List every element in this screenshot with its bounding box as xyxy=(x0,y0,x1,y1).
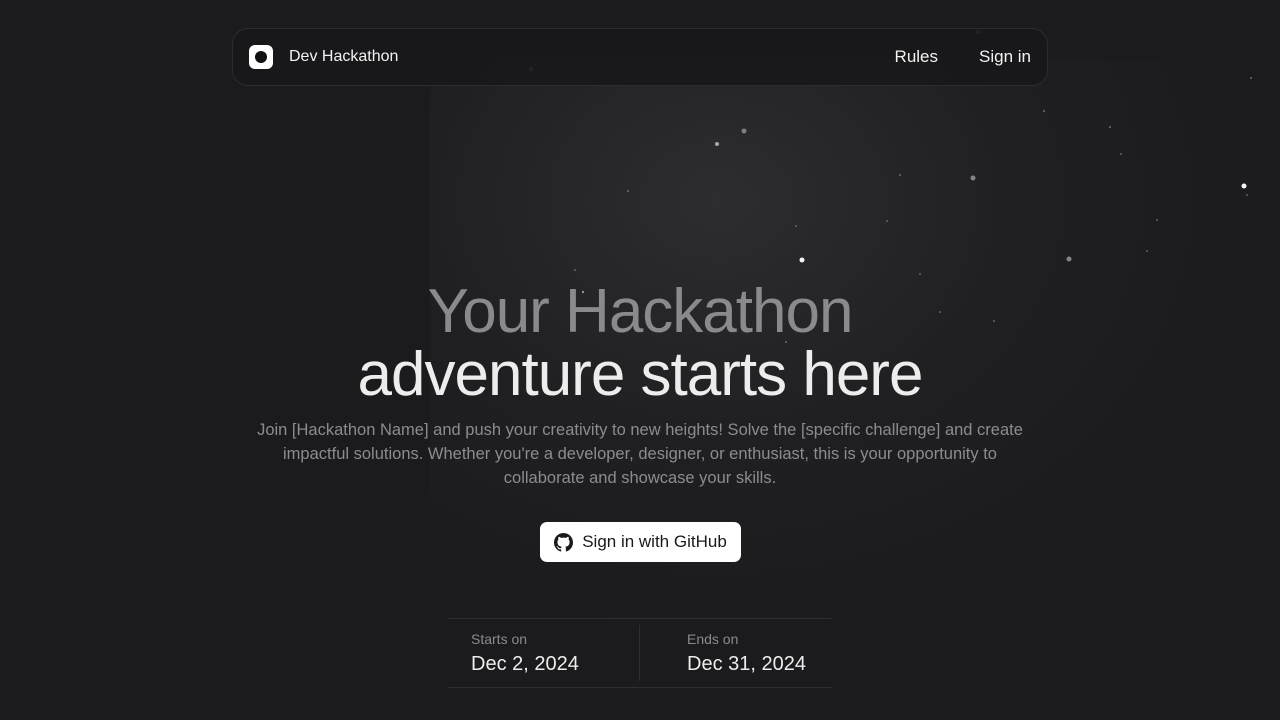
logo-icon xyxy=(249,45,273,69)
start-date: Starts on Dec 2, 2024 xyxy=(448,625,640,681)
landing-page: Dev Hackathon Rules Sign in Your Hackath… xyxy=(0,0,1280,720)
github-icon xyxy=(554,532,574,552)
start-date-label: Starts on xyxy=(471,631,528,647)
start-date-value: Dec 2, 2024 xyxy=(471,653,579,675)
hero-title-line2: adventure starts here xyxy=(357,340,924,409)
event-dates: Starts on Dec 2, 2024 Ends on Dec 31, 20… xyxy=(448,618,832,688)
hero-title-line1: Your Hackathon xyxy=(427,277,854,346)
brand[interactable]: Dev Hackathon xyxy=(249,45,398,69)
nav-link-sign-in[interactable]: Sign in xyxy=(979,47,1031,67)
end-date-label: Ends on xyxy=(687,631,739,647)
brand-name: Dev Hackathon xyxy=(289,48,399,65)
nav-links: Rules Sign in xyxy=(895,47,1031,67)
sign-in-github-button[interactable]: Sign in with GitHub xyxy=(540,522,741,562)
sign-in-github-label: Sign in with GitHub xyxy=(582,532,727,551)
hero-description: Join [Hackathon Name] and push your crea… xyxy=(257,421,1023,487)
nav-link-rules[interactable]: Rules xyxy=(895,47,938,67)
hero-title: Your Hackathon adventure starts here xyxy=(0,280,1280,406)
end-date-value: Dec 31, 2024 xyxy=(687,653,806,675)
end-date: Ends on Dec 31, 2024 xyxy=(640,619,832,687)
top-navbar: Dev Hackathon Rules Sign in xyxy=(232,28,1048,86)
